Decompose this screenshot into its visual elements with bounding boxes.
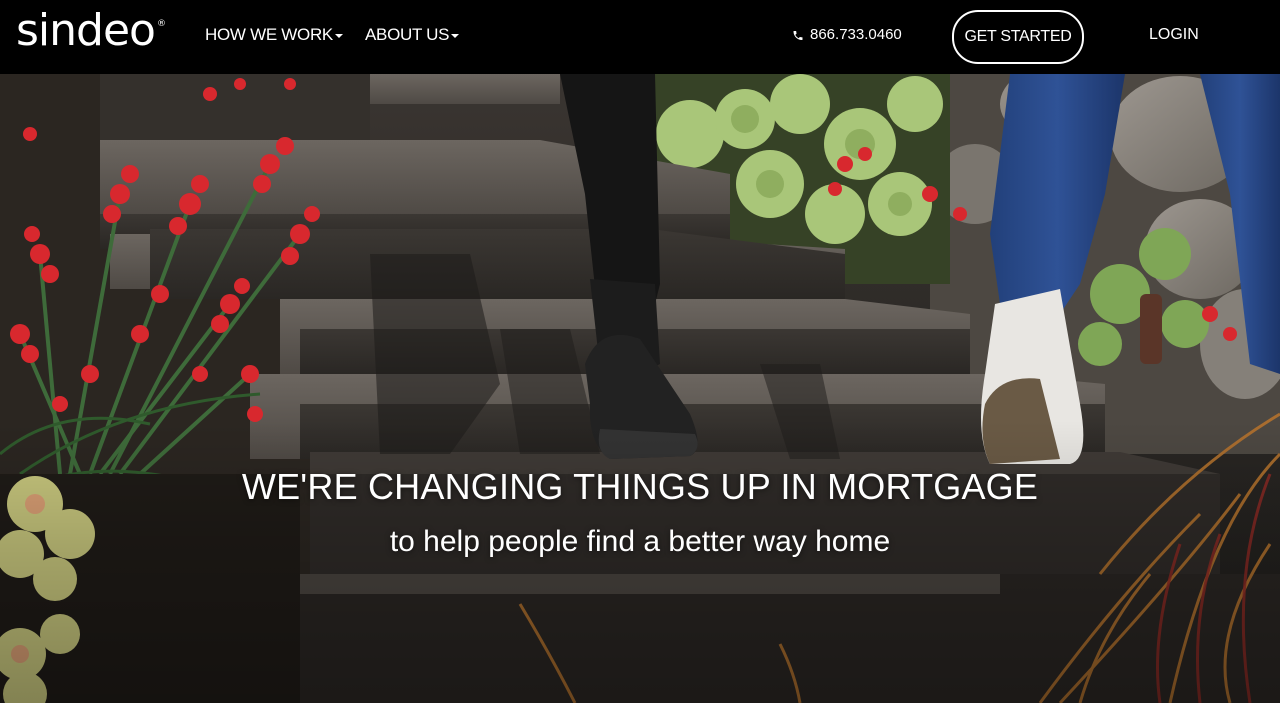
get-started-label: GET STARTED [964, 28, 1072, 45]
logo-wordmark: sindeo [16, 5, 156, 56]
hero-section: WE'RE CHANGING THINGS UP IN MORTGAGE to … [0, 74, 1280, 703]
hero-headline: WE'RE CHANGING THINGS UP IN MORTGAGE [241, 466, 1039, 507]
homepage: WE'RE CHANGING THINGS UP IN MORTGAGE to … [0, 0, 1280, 703]
nav-about-us-label: ABOUT US [365, 25, 450, 44]
hero-background-image [0, 74, 1280, 703]
nav-how-we-work-label: HOW WE WORK [205, 25, 333, 44]
get-started-button[interactable]: GET STARTED [952, 10, 1084, 64]
caret-down-icon [334, 34, 343, 38]
login-link[interactable]: LOGIN [1149, 25, 1199, 45]
caret-down-icon [451, 34, 460, 38]
registered-mark: ® [156, 19, 166, 29]
nav-about-us[interactable]: ABOUT US [365, 24, 460, 46]
phone-icon [793, 30, 803, 40]
phone-number: 866.733.0460 [810, 26, 902, 43]
hero-subheadline: to help people find a better way home [389, 525, 891, 558]
phone-link[interactable]: 866.733.0460 [792, 25, 902, 45]
top-navbar: sindeo ® HOW WE WORK ABOUT US 866.733.04… [0, 0, 1280, 74]
sindeo-logo[interactable]: sindeo ® [16, 6, 166, 56]
nav-how-we-work[interactable]: HOW WE WORK [205, 24, 343, 46]
